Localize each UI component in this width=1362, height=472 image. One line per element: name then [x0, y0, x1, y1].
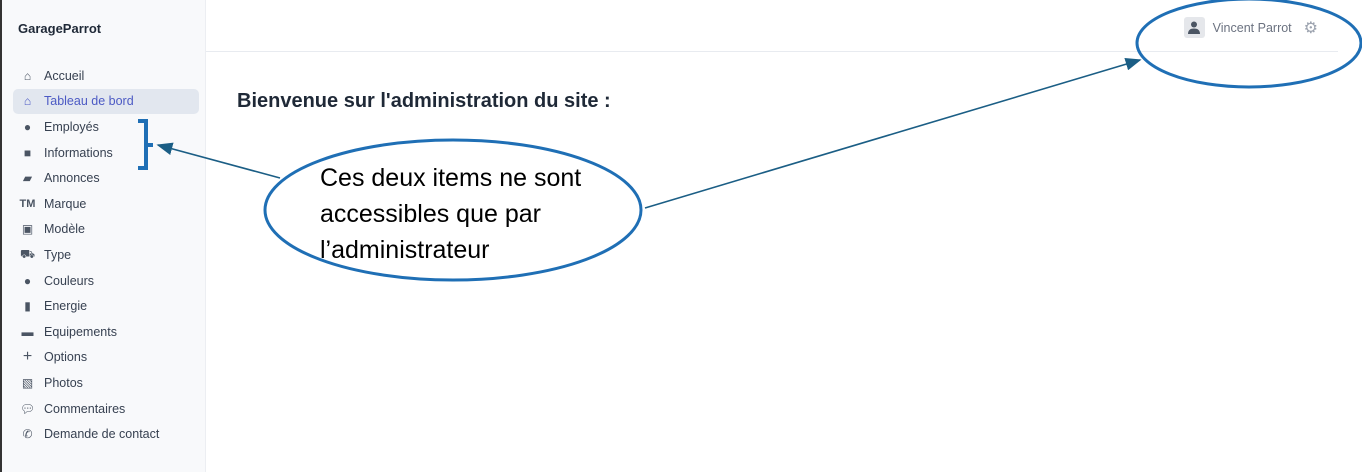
annotation-arrow-right — [644, 57, 1142, 209]
annotation-highlight-ellipse — [1135, 0, 1362, 89]
annotation-line: l’administrateur — [320, 236, 490, 264]
annotation-line: Ces deux items ne sont — [320, 164, 582, 192]
annotation-overlay — [138, 0, 1362, 282]
annotation-line: accessibles que par — [320, 200, 541, 228]
annotation-callout-text: Ces deux items ne sont accessibles que p… — [320, 160, 581, 268]
annotation-arrow-left — [156, 142, 281, 179]
annotation-bracket — [138, 119, 153, 170]
